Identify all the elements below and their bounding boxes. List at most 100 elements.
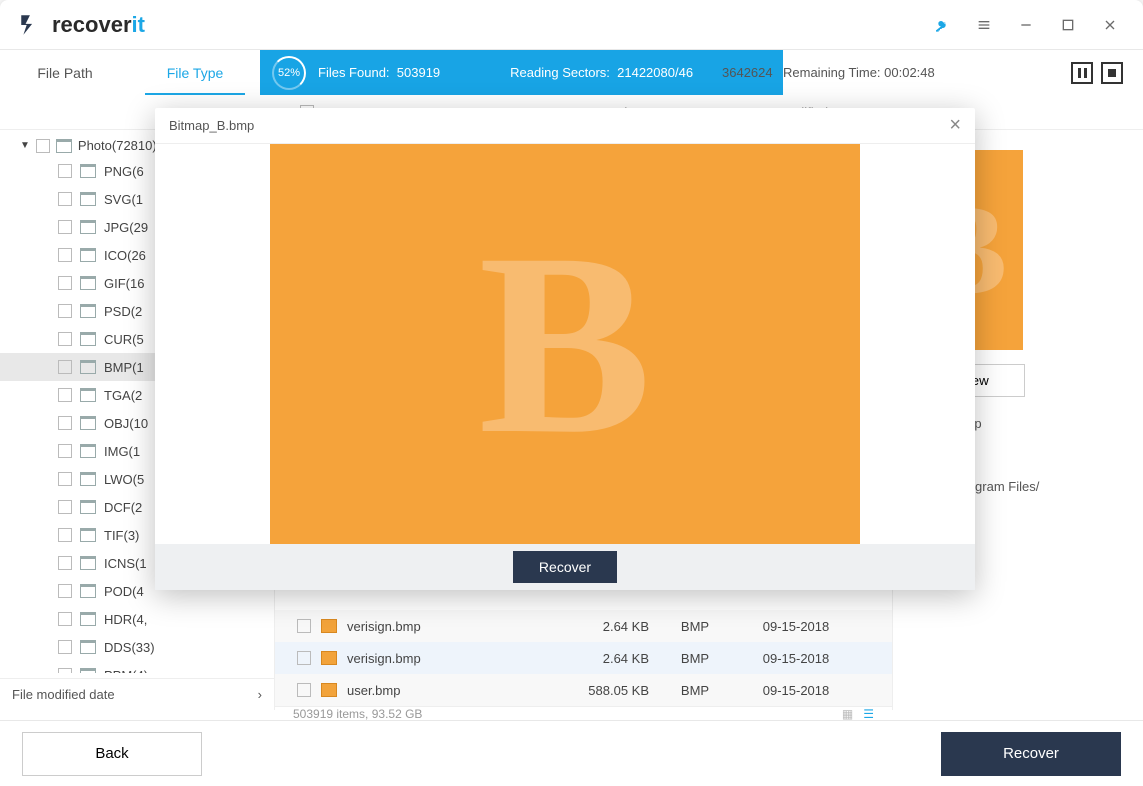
filetype-checkbox[interactable]: [58, 304, 72, 318]
logo-mark-icon: [18, 12, 44, 38]
titlebar: recoverit: [0, 0, 1143, 50]
filetype-item[interactable]: DDS(33): [0, 633, 274, 661]
maximize-icon[interactable]: [1053, 10, 1083, 40]
cell-type: BMP: [649, 619, 741, 634]
filetype-checkbox[interactable]: [58, 332, 72, 346]
sectors-label: Reading Sectors:: [510, 65, 610, 80]
folder-icon: [80, 360, 96, 374]
row-checkbox[interactable]: [297, 651, 311, 665]
folder-icon: [80, 668, 96, 673]
filetype-checkbox[interactable]: [58, 360, 72, 374]
filetype-label: ICNS(1: [104, 556, 147, 571]
filetype-label: BMP(1: [104, 360, 144, 375]
preview-dialog: Bitmap_B.bmp × B Recover: [155, 108, 975, 590]
back-button[interactable]: Back: [22, 732, 202, 776]
remaining-time: Remaining Time: 00:02:48: [783, 65, 1063, 80]
menu-icon[interactable]: [969, 10, 999, 40]
folder-icon: [80, 444, 96, 458]
folder-icon: [80, 584, 96, 598]
cell-size: 2.64 KB: [557, 619, 649, 634]
dialog-body: B: [155, 144, 975, 544]
folder-icon: [80, 192, 96, 206]
file-icon: [321, 651, 337, 665]
dialog-title: Bitmap_B.bmp: [169, 118, 254, 133]
filetype-checkbox[interactable]: [58, 584, 72, 598]
dialog-footer: Recover: [155, 544, 975, 590]
stop-button[interactable]: [1101, 62, 1123, 84]
filetype-item[interactable]: PPM(4): [0, 661, 274, 673]
filetype-label: CUR(5: [104, 332, 144, 347]
filetype-checkbox[interactable]: [58, 388, 72, 402]
app-name-b: it: [132, 12, 145, 37]
filetype-label: GIF(16: [104, 276, 144, 291]
filetype-item[interactable]: HDR(4,: [0, 605, 274, 633]
folder-icon: [80, 388, 96, 402]
filetype-checkbox[interactable]: [58, 444, 72, 458]
tab-file-type[interactable]: File Type: [130, 51, 260, 95]
folder-icon: [56, 139, 72, 153]
files-found-value: 503919: [397, 65, 440, 80]
folder-icon: [80, 304, 96, 318]
row-checkbox[interactable]: [297, 619, 311, 633]
cell-size: 588.05 KB: [557, 683, 649, 698]
filetype-checkbox[interactable]: [58, 164, 72, 178]
table-row[interactable]: verisign.bmp2.64 KBBMP09-15-2018: [275, 642, 892, 674]
cell-size: 2.64 KB: [557, 651, 649, 666]
filetype-checkbox[interactable]: [58, 556, 72, 570]
dialog-close-icon[interactable]: ×: [949, 114, 961, 137]
filetype-label: DDS(33): [104, 640, 155, 655]
cell-name: user.bmp: [347, 683, 557, 698]
filetype-checkbox[interactable]: [58, 276, 72, 290]
filetype-checkbox[interactable]: [58, 416, 72, 430]
progress-circle: 52%: [272, 56, 306, 90]
folder-icon: [80, 612, 96, 626]
filetype-checkbox[interactable]: [58, 192, 72, 206]
dialog-recover-button[interactable]: Recover: [513, 551, 617, 583]
statusline: 503919 items, 93.52 GB ▦ ☰: [275, 706, 892, 721]
file-icon: [321, 683, 337, 697]
list-view-icon[interactable]: ☰: [863, 707, 874, 721]
tab-file-path[interactable]: File Path: [0, 51, 130, 95]
filetype-label: TIF(3): [104, 528, 139, 543]
filter-bar[interactable]: File modified date ›: [0, 678, 274, 710]
close-icon[interactable]: [1095, 10, 1125, 40]
grid-view-icon[interactable]: ▦: [842, 707, 853, 721]
filter-label: File modified date: [12, 687, 115, 702]
filetype-checkbox[interactable]: [58, 528, 72, 542]
filetype-label: PPM(4): [104, 668, 148, 674]
filetype-checkbox[interactable]: [58, 500, 72, 514]
filetype-label: JPG(29: [104, 220, 148, 235]
filetype-label: DCF(2: [104, 500, 142, 515]
row-checkbox[interactable]: [297, 683, 311, 697]
table-row[interactable]: verisign.bmp2.64 KBBMP09-15-2018: [275, 610, 892, 642]
filetype-label: OBJ(10: [104, 416, 148, 431]
cell-name: verisign.bmp: [347, 619, 557, 634]
cell-type: BMP: [649, 683, 741, 698]
tree-root-checkbox[interactable]: [36, 139, 50, 153]
filetype-checkbox[interactable]: [58, 668, 72, 673]
folder-icon: [80, 472, 96, 486]
filetype-checkbox[interactable]: [58, 612, 72, 626]
minimize-icon[interactable]: [1011, 10, 1041, 40]
filetype-checkbox[interactable]: [58, 640, 72, 654]
sectors-value-b: 3642624: [720, 65, 783, 80]
cell-type: BMP: [649, 651, 741, 666]
filetype-checkbox[interactable]: [58, 248, 72, 262]
folder-icon: [80, 248, 96, 262]
folder-icon: [80, 556, 96, 570]
recover-button[interactable]: Recover: [941, 732, 1121, 776]
footer: Back Recover: [0, 720, 1143, 786]
filetype-label: PSD(2: [104, 304, 142, 319]
filetype-label: PNG(6: [104, 164, 144, 179]
filetype-label: SVG(1: [104, 192, 143, 207]
filetype-label: HDR(4,: [104, 612, 147, 627]
cell-date: 09-15-2018: [741, 683, 851, 698]
scan-progress: 52% Files Found: 503919 Reading Sectors:…: [260, 50, 783, 95]
filetype-checkbox[interactable]: [58, 220, 72, 234]
app-name-a: recover: [52, 12, 132, 37]
pause-button[interactable]: [1071, 62, 1093, 84]
cell-date: 09-15-2018: [741, 651, 851, 666]
filetype-checkbox[interactable]: [58, 472, 72, 486]
key-icon[interactable]: [927, 10, 957, 40]
table-row[interactable]: user.bmp588.05 KBBMP09-15-2018: [275, 674, 892, 706]
